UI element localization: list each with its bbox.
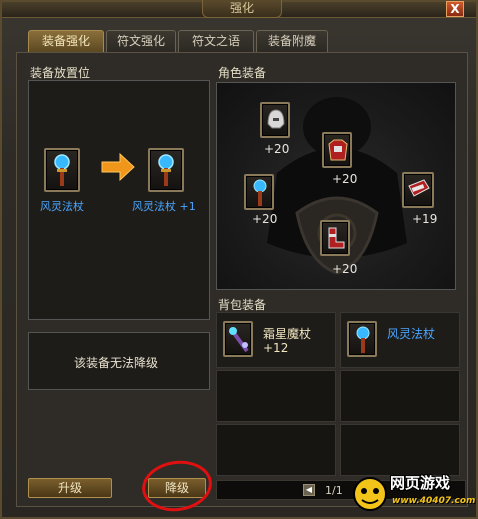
source-item-name: 风灵法杖 [40, 200, 84, 213]
enhance-window: 强化 X 装备强化 符文强化 符文之语 装备附魔 装备放置位 风灵法杖 风灵法杖… [0, 0, 478, 519]
source-item-slot[interactable] [44, 148, 80, 192]
result-item-slot[interactable] [148, 148, 184, 192]
frost-staff-slot [223, 321, 253, 357]
close-button[interactable]: X [446, 1, 464, 17]
tab-equipment-enhance[interactable]: 装备强化 [28, 30, 104, 52]
boots-icon [328, 227, 345, 249]
armor-icon [328, 139, 348, 161]
bag-header: 背包装备 [218, 298, 267, 312]
bag-item-frost-staff[interactable]: 霜星魔杖 +12 [216, 312, 336, 368]
tab-rune-enhance[interactable]: 符文强化 [106, 30, 176, 52]
bag-item-wind-staff[interactable]: 风灵法杖 [340, 312, 460, 368]
tab-enchant[interactable]: 装备附魔 [256, 30, 328, 52]
arrow-right-icon [101, 152, 135, 182]
armor-value: +20 [332, 172, 358, 186]
previous-page-button[interactable]: ◀ [303, 484, 315, 496]
armor-slot[interactable] [322, 132, 352, 168]
frost-staff-icon [229, 327, 249, 353]
placement-header: 装备放置位 [30, 66, 91, 80]
wind-staff-icon [356, 326, 370, 353]
brand-title: 网页游戏 [390, 474, 451, 492]
bag-empty-slot[interactable] [340, 370, 460, 422]
character-equipment-header: 角色装备 [218, 66, 267, 80]
upgrade-button[interactable]: 升级 [28, 478, 112, 498]
site-watermark: 网页游戏 www.40407.com [350, 468, 478, 518]
mascot-logo-icon [353, 477, 387, 511]
brand-url: www.40407.com [392, 496, 476, 506]
helmet-slot[interactable] [260, 102, 290, 138]
wind-staff-slot [347, 321, 377, 357]
wind-staff-name: 风灵法杖 [387, 327, 436, 341]
helmet-value: +20 [264, 142, 290, 156]
bag-empty-slot[interactable] [216, 424, 336, 476]
cannot-downgrade-message: 该装备无法降级 [74, 356, 159, 370]
weapon-slot[interactable] [244, 174, 274, 210]
page-indicator: 1/1 [325, 484, 343, 497]
staff-icon [253, 179, 267, 206]
boots-slot[interactable] [320, 220, 350, 256]
frost-staff-plus: +12 [263, 341, 289, 355]
boots-value: +20 [332, 262, 358, 276]
result-item-name: 风灵法杖 +1 [132, 200, 196, 213]
bag-empty-slot[interactable] [216, 370, 336, 422]
frost-staff-name: 霜星魔杖 [263, 327, 312, 341]
helmet-icon [267, 109, 285, 129]
window-title: 强化 [202, 0, 282, 18]
weapon-value: +20 [252, 212, 278, 226]
bracer-value: +19 [412, 212, 438, 226]
bracer-slot[interactable] [402, 172, 434, 208]
wind-staff-icon [54, 154, 70, 186]
tab-runeword[interactable]: 符文之语 [178, 30, 254, 52]
bracer-icon [408, 179, 430, 197]
title-bar: 强化 X [2, 0, 476, 18]
wind-staff-icon [158, 154, 174, 186]
